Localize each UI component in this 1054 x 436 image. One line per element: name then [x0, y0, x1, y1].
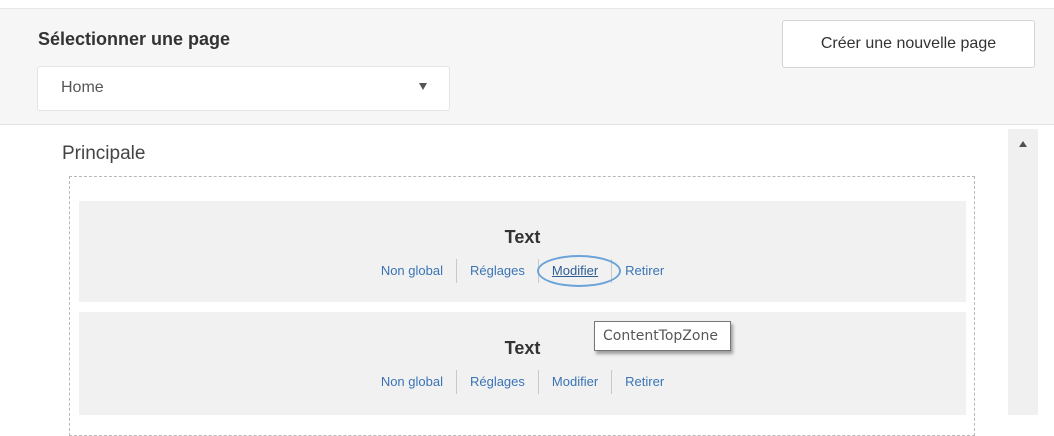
edit-link[interactable]: Modifier — [536, 255, 621, 287]
non-global-link[interactable]: Non global — [368, 261, 456, 281]
zone-content-area: Principale Text Non global Réglages Modi… — [0, 125, 1054, 436]
widget-actions: Non global Réglages Modifier Retirer — [79, 370, 966, 394]
arrow-up-icon — [1019, 141, 1027, 147]
widget-item: Text Non global Réglages Modifier Retire… — [79, 312, 966, 415]
widget-title: Text — [504, 227, 541, 247]
settings-link[interactable]: Réglages — [457, 372, 538, 392]
top-strip — [0, 0, 1054, 9]
scroll-up-button[interactable] — [1008, 129, 1038, 159]
settings-link[interactable]: Réglages — [457, 261, 538, 281]
widget-actions: Non global Réglages Modifier Retirer — [79, 255, 966, 287]
page-select-value: Home — [61, 79, 104, 96]
remove-link[interactable]: Retirer — [612, 261, 677, 281]
page-select-dropdown[interactable]: Home — [37, 66, 450, 111]
remove-link[interactable]: Retirer — [612, 372, 677, 392]
zone-title: Principale — [62, 143, 146, 164]
edit-link[interactable]: Modifier — [539, 372, 611, 392]
create-new-page-button[interactable]: Créer une nouvelle page — [782, 20, 1035, 68]
widget-item: Text Non global Réglages Modifier Retire… — [79, 201, 966, 302]
chevron-down-icon — [419, 83, 427, 90]
vertical-scrollbar[interactable] — [1008, 129, 1038, 415]
page-selector-title: Sélectionner une page — [38, 29, 231, 49]
page-selector-panel: Sélectionner une page Home Créer une nou… — [0, 9, 1054, 125]
zone-tooltip: ContentTopZone — [594, 321, 731, 351]
widget-title: Text — [504, 338, 541, 358]
edit-link-label: Modifier — [551, 263, 599, 278]
non-global-link[interactable]: Non global — [368, 372, 456, 392]
